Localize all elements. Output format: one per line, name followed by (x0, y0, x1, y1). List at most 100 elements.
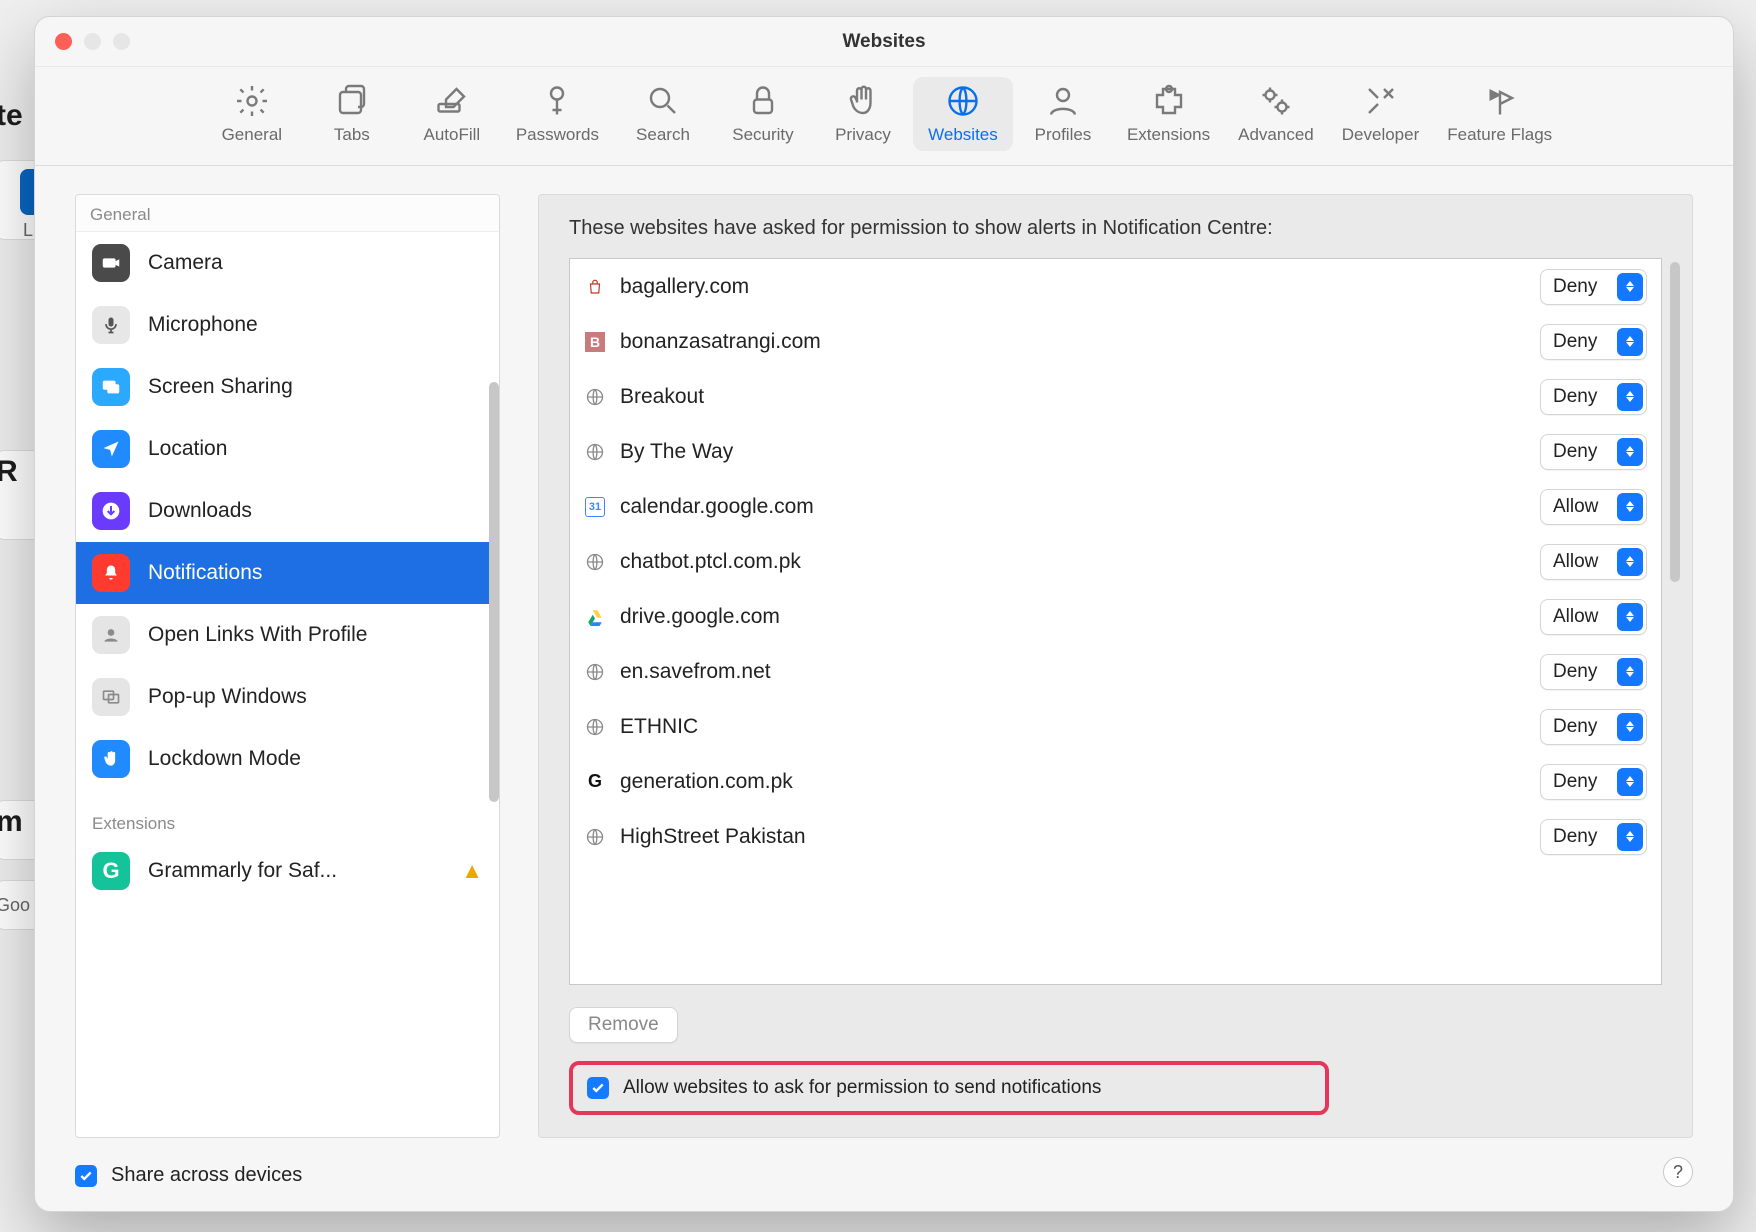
sidebar-item-grammarly[interactable]: G Grammarly for Saf... ▲ (76, 840, 499, 902)
bg-text: te (0, 99, 23, 133)
permission-value: Allow (1553, 551, 1609, 573)
favicon-icon (584, 441, 606, 463)
sidebar-item-label: Microphone (148, 313, 483, 337)
sidebar-item-screen-sharing[interactable]: Screen Sharing (76, 356, 499, 418)
profile-icon (1045, 83, 1081, 119)
chevron-updown-icon (1617, 768, 1643, 796)
permission-picker[interactable]: Allow (1540, 599, 1647, 635)
preferences-toolbar: General Tabs AutoFill Passwords Search (35, 67, 1733, 166)
favicon-icon (584, 551, 606, 573)
tab-developer[interactable]: Developer (1328, 77, 1434, 151)
tab-extensions[interactable]: Extensions (1113, 77, 1224, 151)
permission-picker[interactable]: Allow (1540, 544, 1647, 580)
chevron-updown-icon (1617, 328, 1643, 356)
permission-picker[interactable]: Deny (1540, 819, 1647, 855)
favicon-icon (584, 661, 606, 683)
tab-label: Developer (1342, 125, 1420, 145)
website-name: Breakout (620, 385, 1526, 409)
sidebar-item-location[interactable]: Location (76, 418, 499, 480)
permission-picker[interactable]: Deny (1540, 434, 1647, 470)
sidebar-scrollbar-thumb[interactable] (489, 382, 499, 802)
help-button[interactable]: ? (1663, 1157, 1693, 1187)
permission-picker[interactable]: Deny (1540, 709, 1647, 745)
sidebar-item-camera[interactable]: Camera (76, 232, 499, 294)
tab-general[interactable]: General (202, 77, 302, 151)
tab-autofill[interactable]: AutoFill (402, 77, 502, 151)
permission-picker[interactable]: Deny (1540, 379, 1647, 415)
sidebar-item-lockdown-mode[interactable]: Lockdown Mode (76, 728, 499, 790)
favicon-icon: 31 (584, 496, 606, 518)
mic-icon (92, 306, 130, 344)
preferences-window: Websites General Tabs AutoFill Passwords (34, 16, 1734, 1212)
website-row[interactable]: ETHNIC Deny (570, 699, 1661, 754)
sidebar-list: Camera Microphone Screen Sharing (76, 232, 499, 1137)
website-row[interactable]: en.savefrom.netDeny (570, 644, 1661, 699)
website-row[interactable]: 31calendar.google.comAllow (570, 479, 1661, 534)
sidebar-item-label: Downloads (148, 499, 483, 523)
bg-text: R (0, 455, 18, 489)
website-row[interactable]: bagallery.comDeny (570, 259, 1661, 314)
allow-ask-label: Allow websites to ask for permission to … (623, 1077, 1101, 1099)
sidebar-item-notifications[interactable]: Notifications (76, 542, 499, 604)
bg-text: m (0, 805, 23, 839)
allow-ask-row-highlight: Allow websites to ask for permission to … (569, 1061, 1329, 1115)
website-row[interactable]: Ggeneration.com.pkDeny (570, 754, 1661, 809)
list-scrollbar-thumb[interactable] (1670, 262, 1680, 582)
main-panel: These websites have asked for permission… (538, 194, 1693, 1138)
tab-security[interactable]: Security (713, 77, 813, 151)
website-name: ETHNIC (620, 715, 1526, 739)
sidebar-item-microphone[interactable]: Microphone (76, 294, 499, 356)
key-icon (539, 83, 575, 119)
website-row[interactable]: HighStreet PakistanDeny (570, 809, 1661, 864)
tab-search[interactable]: Search (613, 77, 713, 151)
window-footer: Share across devices (35, 1150, 1733, 1211)
gears-icon (1258, 83, 1294, 119)
chevron-updown-icon (1617, 603, 1643, 631)
permission-picker[interactable]: Deny (1540, 324, 1647, 360)
favicon-icon: B (584, 331, 606, 353)
tab-passwords[interactable]: Passwords (502, 77, 613, 151)
sidebar-group-general: General (76, 195, 499, 232)
website-row[interactable]: drive.google.com Allow (570, 589, 1661, 644)
favicon-icon (584, 276, 606, 298)
tab-label: Extensions (1127, 125, 1210, 145)
permission-picker[interactable]: Deny (1540, 269, 1647, 305)
remove-button[interactable]: Remove (569, 1007, 678, 1043)
tab-privacy[interactable]: Privacy (813, 77, 913, 151)
chevron-updown-icon (1617, 273, 1643, 301)
tab-feature-flags[interactable]: Feature Flags (1433, 77, 1566, 151)
tab-advanced[interactable]: Advanced (1224, 77, 1328, 151)
allow-ask-checkbox[interactable] (587, 1077, 609, 1099)
website-row[interactable]: Breakout Deny (570, 369, 1661, 424)
globe-icon (945, 83, 981, 119)
tab-label: Passwords (516, 125, 599, 145)
permission-value: Deny (1553, 441, 1609, 463)
bell-icon (92, 554, 130, 592)
tab-tabs[interactable]: Tabs (302, 77, 402, 151)
permission-picker[interactable]: Deny (1540, 764, 1647, 800)
chevron-updown-icon (1617, 438, 1643, 466)
permission-value: Deny (1553, 386, 1609, 408)
website-row[interactable]: chatbot.ptcl.com.pkAllow (570, 534, 1661, 589)
window-title: Websites (35, 31, 1733, 53)
sidebar-item-open-links-with-profile[interactable]: Open Links With Profile (76, 604, 499, 666)
website-name: drive.google.com (620, 605, 1526, 629)
download-icon (92, 492, 130, 530)
profile-square-icon (92, 616, 130, 654)
favicon-icon: G (584, 771, 606, 793)
sidebar-item-label: Screen Sharing (148, 375, 483, 399)
permission-picker[interactable]: Allow (1540, 489, 1647, 525)
chevron-updown-icon (1617, 383, 1643, 411)
share-across-devices-checkbox[interactable] (75, 1165, 97, 1187)
sidebar-item-popup-windows[interactable]: Pop-up Windows (76, 666, 499, 728)
tab-websites[interactable]: Websites (913, 77, 1013, 151)
website-row[interactable]: By The WayDeny (570, 424, 1661, 479)
tabs-icon (334, 83, 370, 119)
hand-filled-icon (92, 740, 130, 778)
gear-icon (234, 83, 270, 119)
website-row[interactable]: Bbonanzasatrangi.comDeny (570, 314, 1661, 369)
permission-picker[interactable]: Deny (1540, 654, 1647, 690)
sidebar-item-downloads[interactable]: Downloads (76, 480, 499, 542)
permission-value: Allow (1553, 606, 1609, 628)
tab-profiles[interactable]: Profiles (1013, 77, 1113, 151)
